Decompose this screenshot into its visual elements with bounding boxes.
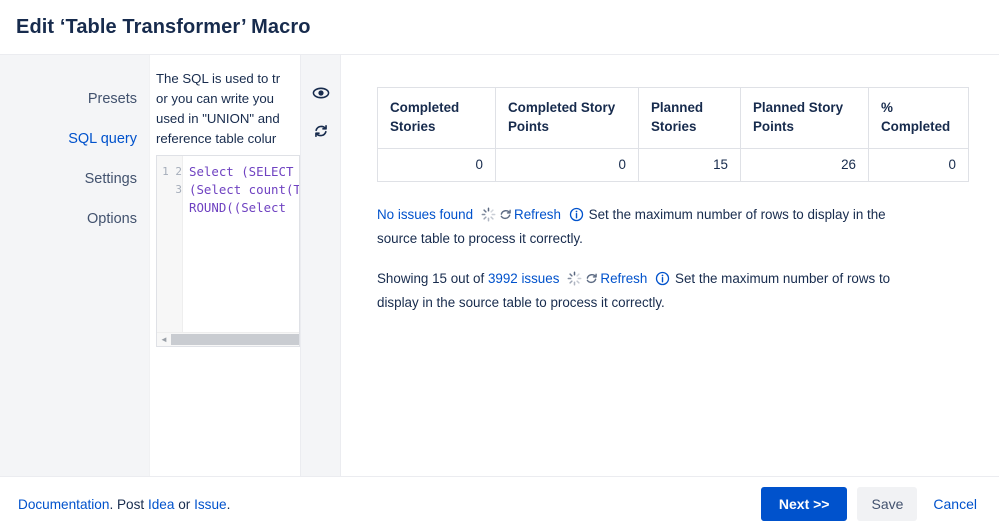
sql-editor-panel: The SQL is used to tr or you can write y… bbox=[150, 55, 300, 476]
refresh-icon[interactable] bbox=[309, 119, 333, 143]
sidebar-item-label: SQL query bbox=[68, 131, 137, 147]
period-label: . bbox=[226, 496, 231, 512]
documentation-link[interactable]: Documentation bbox=[18, 497, 109, 512]
idea-link[interactable]: Idea bbox=[148, 497, 174, 512]
loading-spinner-icon[interactable] bbox=[481, 207, 496, 228]
sql-description: The SQL is used to tr or you can write y… bbox=[156, 71, 281, 146]
refresh-icon[interactable] bbox=[584, 271, 599, 292]
refresh-link[interactable]: Refresh bbox=[600, 271, 647, 286]
status-row-showing-issues: Showing 15 out of 3992 issues Refresh Set… bbox=[377, 268, 929, 313]
column-header-completed-story-points: Completed Story Points bbox=[495, 87, 639, 149]
editor-toolbar-rail bbox=[300, 55, 341, 476]
dialog-header: Edit ‘Table Transformer’ Macro bbox=[0, 0, 999, 55]
footer-actions: Next >> Save Cancel bbox=[760, 487, 983, 521]
table-header-row: Completed Stories Completed Story Points… bbox=[377, 87, 969, 149]
cell-planned-stories: 15 bbox=[638, 148, 741, 182]
cancel-button[interactable]: Cancel bbox=[927, 487, 983, 521]
sql-code-text[interactable]: Select (SELECT (Select count(T ROUND((Se… bbox=[183, 156, 299, 332]
scrollbar-thumb[interactable] bbox=[171, 334, 299, 345]
result-preview-panel: Completed Stories Completed Story Points… bbox=[341, 55, 999, 476]
cell-percent-completed: 0 bbox=[868, 148, 969, 182]
next-button[interactable]: Next >> bbox=[760, 487, 848, 521]
sidebar-item-label: Settings bbox=[84, 171, 137, 187]
sidebar-item-options[interactable]: Options bbox=[0, 203, 149, 235]
horizontal-scrollbar[interactable]: ◄ bbox=[157, 332, 299, 346]
sidebar-nav: Presets SQL query Settings Options bbox=[0, 55, 150, 476]
refresh-icon[interactable] bbox=[498, 207, 513, 228]
save-button[interactable]: Save bbox=[857, 487, 918, 521]
page-title: Edit ‘Table Transformer’ Macro bbox=[16, 15, 311, 38]
or-label: or bbox=[174, 496, 195, 512]
cell-completed-stories: 0 bbox=[377, 148, 496, 182]
footer-links: Documentation. Post Idea or Issue. bbox=[18, 497, 230, 512]
cell-planned-story-points: 26 bbox=[740, 148, 869, 182]
scroll-left-arrow-icon[interactable]: ◄ bbox=[157, 334, 171, 346]
line-number-gutter: 1 2 3 bbox=[157, 156, 183, 332]
sidebar-item-presets[interactable]: Presets bbox=[0, 83, 149, 115]
sidebar-item-label: Options bbox=[87, 211, 137, 227]
sql-code-inner: 1 2 3 Select (SELECT (Select count(T ROU… bbox=[157, 156, 299, 332]
column-header-completed-stories: Completed Stories bbox=[377, 87, 496, 149]
column-header-percent-completed: % Completed bbox=[868, 87, 969, 149]
post-label: . Post bbox=[109, 496, 148, 512]
sql-code-editor[interactable]: 1 2 3 Select (SELECT (Select count(T ROU… bbox=[156, 155, 300, 347]
loading-spinner-icon[interactable] bbox=[567, 271, 582, 292]
showing-prefix-label: Showing 15 out of bbox=[377, 271, 488, 286]
eye-icon[interactable] bbox=[309, 81, 333, 105]
status-row-issues-found: No issues found Refresh Set the maximum n… bbox=[377, 204, 929, 249]
no-issues-found-link[interactable]: No issues found bbox=[377, 207, 473, 222]
column-header-planned-story-points: Planned Story Points bbox=[740, 87, 869, 149]
issue-link[interactable]: Issue bbox=[194, 497, 227, 512]
table-row: 0 0 15 26 0 bbox=[377, 148, 969, 182]
dialog-body: Presets SQL query Settings Options The S… bbox=[0, 55, 999, 476]
dialog-footer: Documentation. Post Idea or Issue. Next … bbox=[0, 476, 999, 531]
column-header-planned-stories: Planned Stories bbox=[638, 87, 741, 149]
refresh-link[interactable]: Refresh bbox=[514, 207, 561, 222]
result-table: Completed Stories Completed Story Points… bbox=[377, 87, 969, 182]
sidebar-item-label: Presets bbox=[87, 91, 137, 107]
info-icon[interactable] bbox=[655, 271, 670, 292]
info-icon[interactable] bbox=[569, 207, 584, 228]
macro-editor-dialog: Edit ‘Table Transformer’ Macro Presets S… bbox=[0, 0, 999, 531]
sidebar-item-settings[interactable]: Settings bbox=[0, 163, 149, 195]
issues-count-link[interactable]: 3992 issues bbox=[488, 271, 559, 286]
sidebar-item-sql-query[interactable]: SQL query bbox=[0, 123, 149, 155]
cell-completed-story-points: 0 bbox=[495, 148, 639, 182]
